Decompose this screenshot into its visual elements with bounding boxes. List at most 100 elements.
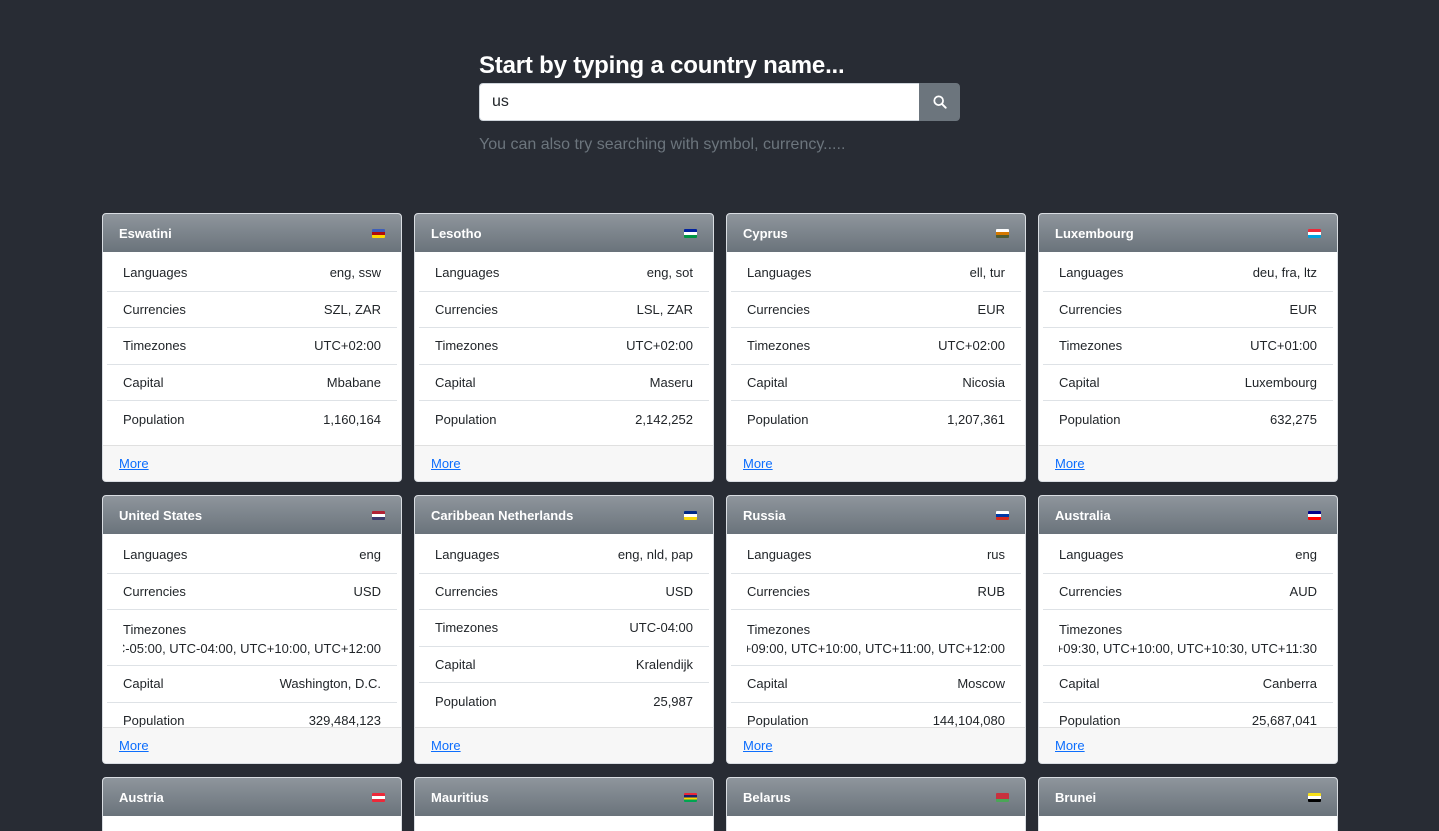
more-link[interactable]: More <box>431 456 461 471</box>
flag-icon <box>1308 792 1321 802</box>
detail-value: eng <box>359 547 381 563</box>
detail-label: Capital <box>435 656 476 672</box>
detail-row-population: Population 1,207,361 <box>731 401 1021 438</box>
more-link[interactable]: More <box>743 456 773 471</box>
country-card: Australia Languages eng Currencies AUD Timezo… <box>1038 495 1338 764</box>
card-footer: More <box>103 445 401 481</box>
detail-row-languages: Languages eng <box>1043 537 1333 574</box>
country-name: United States <box>119 507 203 523</box>
card-header: Luxembourg <box>1039 214 1337 252</box>
country-grid: Eswatini Languages eng, ssw Currencies SZL, … <box>102 213 1338 831</box>
detail-value: UTC+02:00 <box>314 338 381 354</box>
country-name: Austria <box>119 789 164 805</box>
search-input[interactable] <box>479 83 919 121</box>
detail-row-capital: Capital Luxembourg <box>1043 365 1333 401</box>
detail-value: AUD <box>1289 583 1317 599</box>
detail-value: Kralendijk <box>635 656 693 672</box>
card-header: United States <box>103 496 401 534</box>
country-card: Eswatini Languages eng, ssw Currencies SZL, … <box>102 213 402 482</box>
more-link[interactable]: More <box>431 738 461 753</box>
flag-icon <box>684 228 697 238</box>
card-footer: More <box>1039 445 1337 481</box>
flag-icon <box>996 228 1009 238</box>
card-footer: More <box>727 445 1025 481</box>
detail-value: UTC-04:00 <box>629 620 693 636</box>
detail-row-languages: Languages deu, fra, ltz <box>1043 255 1333 292</box>
flag-icon <box>1308 228 1321 238</box>
detail-row-population: Population 144,104,080 <box>731 703 1021 727</box>
country-details: Languages eng, nld, pap Currencies USD Timez… <box>415 534 713 727</box>
detail-value: 25,687,041 <box>1251 713 1317 727</box>
detail-value: 632,275 <box>1270 411 1317 427</box>
card-header: Cyprus <box>727 214 1025 252</box>
detail-value: Washington, D.C. <box>279 676 381 692</box>
more-link[interactable]: More <box>1055 456 1085 471</box>
detail-row-capital: Capital Washington, D.C. <box>107 666 397 703</box>
flag-icon <box>372 228 385 238</box>
detail-value: USD <box>353 583 381 599</box>
detail-value: LSL, ZAR <box>636 301 693 317</box>
detail-label: Capital <box>1059 374 1100 390</box>
more-link[interactable]: More <box>119 456 149 471</box>
detail-row-currencies: Currencies SZL, ZAR <box>107 292 397 328</box>
detail-value: 1,160,164 <box>323 411 381 427</box>
country-name: Caribbean Netherlands <box>431 507 574 523</box>
country-details: Languages rus Currencies RUB Timezones UTC+03… <box>727 534 1025 727</box>
detail-label: Population <box>123 411 185 427</box>
card-header: Lesotho <box>415 214 713 252</box>
country-card: Caribbean Netherlands Languages eng, nld, … <box>414 495 714 764</box>
detail-value: Moscow <box>957 676 1005 692</box>
country-card: Belarus <box>726 777 1026 831</box>
detail-label: Capital <box>123 374 164 390</box>
flag-icon <box>996 510 1009 520</box>
search-hint: You can also try searching with symbol, … <box>479 136 846 153</box>
more-link[interactable]: More <box>119 738 149 753</box>
detail-label: Currencies <box>123 301 186 317</box>
detail-label: Timezones <box>1059 338 1123 354</box>
detail-row-population: Population 632,275 <box>1043 401 1333 438</box>
detail-row-currencies: Currencies EUR <box>1043 292 1333 328</box>
card-header: Austria <box>103 778 401 816</box>
detail-label: Population <box>747 411 809 427</box>
detail-value: eng, ssw <box>329 265 381 281</box>
search-button[interactable] <box>919 83 960 121</box>
detail-label: Population <box>123 713 185 727</box>
more-link[interactable]: More <box>1055 738 1085 753</box>
detail-value: UTC+01:00 <box>1250 338 1317 354</box>
country-name: Luxembourg <box>1055 225 1134 241</box>
detail-label: Currencies <box>1059 301 1122 317</box>
detail-value: eng, sot <box>646 265 693 281</box>
detail-label: Currencies <box>747 583 810 599</box>
detail-row-timezones: Timezones UTC+02:00 <box>731 328 1021 365</box>
detail-value: 25,987 <box>653 693 693 709</box>
more-link[interactable]: More <box>743 738 773 753</box>
country-name: Russia <box>743 507 786 523</box>
detail-value: ell, tur <box>969 265 1005 281</box>
detail-label: Languages <box>747 547 812 563</box>
country-card: Austria <box>102 777 402 831</box>
detail-row-currencies: Currencies RUB <box>731 574 1021 610</box>
detail-value: eng, nld, pap <box>617 547 693 563</box>
flag-icon <box>684 792 697 802</box>
detail-row-currencies: Currencies USD <box>107 574 397 610</box>
detail-row-languages: Languages eng, nld, pap <box>419 537 709 574</box>
country-details: Languages deu, fra, ltz Currencies EUR Timez… <box>1039 252 1337 445</box>
detail-value: eng <box>1295 547 1317 563</box>
detail-label: Capital <box>123 676 164 692</box>
detail-label: Currencies <box>435 583 498 599</box>
detail-label: Currencies <box>435 301 498 317</box>
detail-value: 1,207,361 <box>947 411 1005 427</box>
card-header: Brunei <box>1039 778 1337 816</box>
detail-label: Population <box>435 693 497 709</box>
detail-value: Luxembourg <box>1244 374 1317 390</box>
detail-row-population: Population 1,160,164 <box>107 401 397 438</box>
detail-row-population: Population 329,484,123 <box>107 703 397 727</box>
detail-label: Timezones <box>747 338 811 354</box>
detail-row-timezones: Timezones UTC+01:00 <box>1043 328 1333 365</box>
flag-icon <box>1308 510 1321 520</box>
detail-row-timezones: Timezones UTC+03:00, UTC+04:00, UTC+06:00… <box>731 610 1021 666</box>
detail-row-capital: Capital Maseru <box>419 365 709 401</box>
detail-label: Languages <box>747 265 812 281</box>
detail-row-timezones: Timezones UTC+02:00 <box>107 328 397 365</box>
detail-row-timezones: Timezones UTC+05:00, UTC+06:30, UTC+07:00… <box>1043 610 1333 666</box>
